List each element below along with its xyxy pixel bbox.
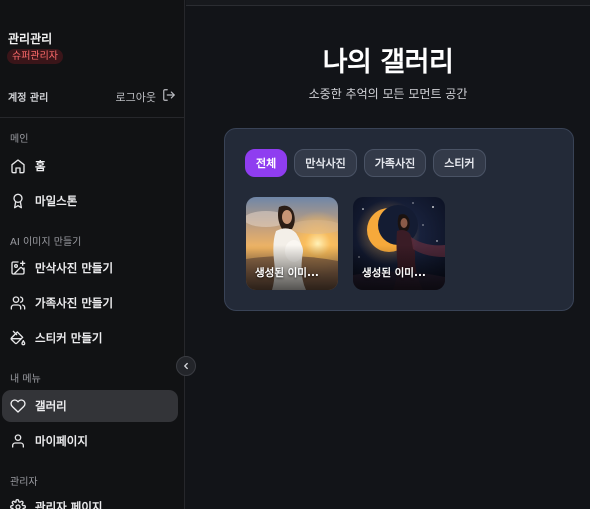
user-icon: [10, 433, 26, 449]
top-bar: [186, 0, 590, 6]
sidebar-item-mypage[interactable]: 마이페이지: [2, 425, 178, 457]
sidebar-item-sticker[interactable]: 스티커 만들기: [2, 322, 178, 354]
sidebar-item-label: 갤러리: [35, 399, 67, 413]
account-settings-link[interactable]: 계정 관리: [8, 89, 48, 104]
settings-icon: [10, 499, 26, 509]
filter-tab-sticker[interactable]: 스티커: [433, 149, 486, 177]
sidebar-item-label: 스티커 만들기: [35, 331, 103, 345]
home-icon: [10, 158, 26, 174]
section-label-ai: AI 이미지 만들기: [10, 237, 82, 248]
gallery-image[interactable]: 생성된 이미...: [246, 197, 338, 290]
sidebar-item-label: 가족사진 만들기: [35, 296, 114, 310]
sidebar-item-label: 홈: [35, 159, 46, 173]
gallery-grid: 생성된 이미... 생성된 이미...: [246, 197, 445, 290]
sidebar-item-milestone[interactable]: 마일스톤: [2, 185, 178, 217]
chevron-left-icon: [181, 361, 191, 371]
image-plus-icon: [10, 260, 26, 276]
logout-icon: [162, 88, 176, 105]
sidebar-item-admin[interactable]: 관리자 페이지: [2, 491, 178, 509]
thumb-label: 생성된 이미...: [255, 267, 319, 279]
award-icon: [10, 193, 26, 209]
sidebar-divider: [0, 117, 185, 118]
heart-icon: [10, 398, 26, 414]
sidebar-item-label: 마이페이지: [35, 434, 88, 448]
paint-bucket-icon: [10, 330, 26, 346]
sidebar-item-home[interactable]: 홈: [2, 150, 178, 182]
logout-button[interactable]: 로그아웃: [116, 88, 176, 105]
filter-tab-all[interactable]: 전체: [245, 149, 288, 177]
sidebar-item-label: 마일스톤: [35, 194, 78, 208]
sidebar: 관리관리 슈퍼관리자 계정 관리 로그아웃 메인 홈 마일스톤 AI 이미지 만…: [0, 0, 185, 509]
main-content: 나의 갤러리 소중한 추억의 모든 모먼트 공간 전체 만삭사진 가족사진 스티…: [186, 0, 590, 509]
filter-tab-maternity[interactable]: 만삭사진: [294, 149, 357, 177]
user-name: 관리관리: [8, 32, 53, 46]
sidebar-item-label: 관리자 페이지: [35, 500, 103, 509]
account-row: 계정 관리 로그아웃: [8, 88, 176, 104]
filter-tab-family[interactable]: 가족사진: [363, 149, 427, 177]
role-badge: 슈퍼관리자: [7, 49, 63, 64]
thumb-label: 생성된 이미...: [362, 267, 426, 279]
sidebar-item-family[interactable]: 가족사진 만들기: [2, 287, 178, 319]
users-icon: [10, 295, 26, 311]
logout-label: 로그아웃: [115, 90, 156, 104]
page-title: 나의 갤러리: [322, 47, 454, 78]
section-label-admin: 관리자: [10, 477, 38, 488]
section-label-my-menu: 내 메뉴: [10, 374, 41, 385]
filter-tabs: 전체 만삭사진 가족사진 스티커: [245, 149, 486, 177]
page-subtitle: 소중한 추억의 모든 모먼트 공간: [308, 87, 468, 101]
gallery-panel: 전체 만삭사진 가족사진 스티커 생성된 이미... 생성된 이미...: [224, 128, 574, 311]
sidebar-item-gallery[interactable]: 갤러리: [2, 390, 178, 422]
sidebar-collapse-button[interactable]: [176, 356, 196, 376]
sidebar-item-label: 만삭사진 만들기: [35, 261, 114, 275]
gallery-image[interactable]: 생성된 이미...: [353, 197, 445, 290]
sidebar-item-maternity[interactable]: 만삭사진 만들기: [2, 252, 178, 284]
section-label-main: 메인: [10, 134, 29, 145]
